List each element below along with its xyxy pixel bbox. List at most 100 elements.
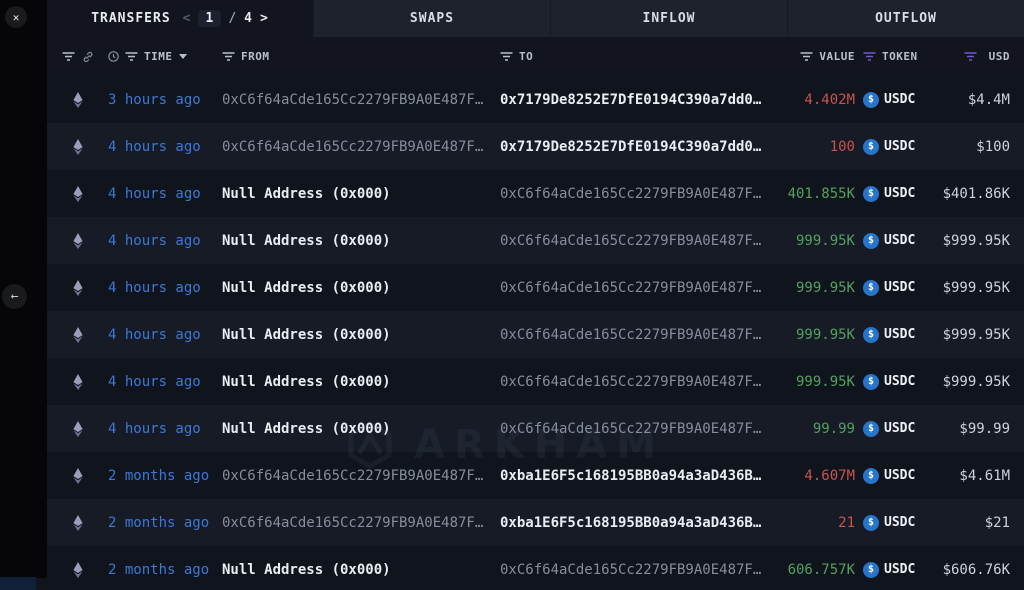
- transfer-row[interactable]: 4 hours ago Null Address (0x000) 0xC6f64…: [47, 217, 1024, 264]
- time-link[interactable]: 2 months ago: [108, 468, 209, 484]
- from-address-link[interactable]: Null Address (0x000): [222, 233, 391, 249]
- to-address-link[interactable]: 0xC6f64aCde165Cc2279FB9A0E487F…: [500, 233, 761, 249]
- close-button[interactable]: ✕: [5, 6, 27, 28]
- to-address-link[interactable]: 0x7179De8252E7DfE0194C390a7dd0…: [500, 92, 761, 108]
- time-cell[interactable]: 4 hours ago: [108, 374, 222, 390]
- time-link[interactable]: 4 hours ago: [108, 421, 201, 437]
- from-cell[interactable]: Null Address (0x000): [222, 374, 500, 390]
- page-prev-icon[interactable]: <: [183, 11, 192, 26]
- token-cell[interactable]: $ USDC: [855, 421, 930, 437]
- time-cell[interactable]: 4 hours ago: [108, 421, 222, 437]
- page-next-icon[interactable]: >: [260, 11, 269, 26]
- from-address-link[interactable]: 0xC6f64aCde165Cc2279FB9A0E487F…: [222, 468, 483, 484]
- transfer-row[interactable]: 2 months ago 0xC6f64aCde165Cc2279FB9A0E4…: [47, 499, 1024, 546]
- token-link[interactable]: $ USDC: [863, 468, 915, 484]
- to-address-link[interactable]: 0xC6f64aCde165Cc2279FB9A0E487F…: [500, 327, 761, 343]
- token-link[interactable]: $ USDC: [863, 280, 915, 296]
- token-cell[interactable]: $ USDC: [855, 233, 930, 249]
- from-cell[interactable]: 0xC6f64aCde165Cc2279FB9A0E487F…: [222, 139, 500, 155]
- token-link[interactable]: $ USDC: [863, 139, 915, 155]
- from-cell[interactable]: Null Address (0x000): [222, 421, 500, 437]
- from-cell[interactable]: Null Address (0x000): [222, 280, 500, 296]
- time-link[interactable]: 4 hours ago: [108, 233, 201, 249]
- time-link[interactable]: 4 hours ago: [108, 280, 201, 296]
- time-cell[interactable]: 2 months ago: [108, 562, 222, 578]
- token-cell[interactable]: $ USDC: [855, 562, 930, 578]
- time-cell[interactable]: 4 hours ago: [108, 186, 222, 202]
- token-link[interactable]: $ USDC: [863, 562, 915, 578]
- tab-transfers[interactable]: TRANSFERS < 1 / 4 >: [47, 0, 313, 37]
- tab-swaps[interactable]: SWAPS: [313, 0, 550, 37]
- from-address-link[interactable]: Null Address (0x000): [222, 421, 391, 437]
- back-button[interactable]: ←: [2, 284, 27, 309]
- to-cell[interactable]: 0xba1E6F5c168195BB0a94a3aD436B…: [500, 468, 780, 484]
- from-address-link[interactable]: Null Address (0x000): [222, 186, 391, 202]
- filter-icon[interactable]: [125, 52, 138, 61]
- time-link[interactable]: 2 months ago: [108, 515, 209, 531]
- from-cell[interactable]: Null Address (0x000): [222, 233, 500, 249]
- transfer-row[interactable]: 4 hours ago Null Address (0x000) 0xC6f64…: [47, 264, 1024, 311]
- to-cell[interactable]: 0x7179De8252E7DfE0194C390a7dd0…: [500, 139, 780, 155]
- token-link[interactable]: $ USDC: [863, 421, 915, 437]
- token-link[interactable]: $ USDC: [863, 92, 915, 108]
- from-address-link[interactable]: Null Address (0x000): [222, 374, 391, 390]
- to-cell[interactable]: 0xC6f64aCde165Cc2279FB9A0E487F…: [500, 327, 780, 343]
- time-link[interactable]: 2 months ago: [108, 562, 209, 578]
- header-to[interactable]: TO: [500, 50, 780, 63]
- time-cell[interactable]: 2 months ago: [108, 468, 222, 484]
- header-from[interactable]: FROM: [222, 50, 500, 63]
- from-cell[interactable]: Null Address (0x000): [222, 327, 500, 343]
- from-cell[interactable]: Null Address (0x000): [222, 186, 500, 202]
- time-cell[interactable]: 4 hours ago: [108, 139, 222, 155]
- from-cell[interactable]: 0xC6f64aCde165Cc2279FB9A0E487F…: [222, 515, 500, 531]
- token-cell[interactable]: $ USDC: [855, 280, 930, 296]
- filter-icon[interactable]: [222, 52, 235, 61]
- time-link[interactable]: 4 hours ago: [108, 139, 201, 155]
- token-link[interactable]: $ USDC: [863, 233, 915, 249]
- token-link[interactable]: $ USDC: [863, 186, 915, 202]
- header-usd[interactable]: USD: [930, 50, 1024, 63]
- from-cell[interactable]: Null Address (0x000): [222, 562, 500, 578]
- time-cell[interactable]: 3 hours ago: [108, 92, 222, 108]
- transfer-row[interactable]: 4 hours ago Null Address (0x000) 0xC6f64…: [47, 311, 1024, 358]
- transfer-row[interactable]: 2 months ago 0xC6f64aCde165Cc2279FB9A0E4…: [47, 452, 1024, 499]
- to-address-link[interactable]: 0xba1E6F5c168195BB0a94a3aD436B…: [500, 515, 761, 531]
- time-cell[interactable]: 4 hours ago: [108, 233, 222, 249]
- transfer-row[interactable]: 3 hours ago 0xC6f64aCde165Cc2279FB9A0E48…: [47, 76, 1024, 123]
- to-cell[interactable]: 0xC6f64aCde165Cc2279FB9A0E487F…: [500, 374, 780, 390]
- from-address-link[interactable]: 0xC6f64aCde165Cc2279FB9A0E487F…: [222, 139, 483, 155]
- from-cell[interactable]: 0xC6f64aCde165Cc2279FB9A0E487F…: [222, 92, 500, 108]
- to-cell[interactable]: 0xC6f64aCde165Cc2279FB9A0E487F…: [500, 421, 780, 437]
- tab-outflow[interactable]: OUTFLOW: [787, 0, 1024, 37]
- from-cell[interactable]: 0xC6f64aCde165Cc2279FB9A0E487F…: [222, 468, 500, 484]
- token-link[interactable]: $ USDC: [863, 327, 915, 343]
- header-value[interactable]: VALUE: [780, 50, 855, 63]
- transfer-row[interactable]: 4 hours ago Null Address (0x000) 0xC6f64…: [47, 170, 1024, 217]
- to-cell[interactable]: 0xC6f64aCde165Cc2279FB9A0E487F…: [500, 233, 780, 249]
- token-cell[interactable]: $ USDC: [855, 468, 930, 484]
- from-address-link[interactable]: Null Address (0x000): [222, 562, 391, 578]
- to-address-link[interactable]: 0xC6f64aCde165Cc2279FB9A0E487F…: [500, 374, 761, 390]
- to-address-link[interactable]: 0x7179De8252E7DfE0194C390a7dd0…: [500, 139, 761, 155]
- from-address-link[interactable]: Null Address (0x000): [222, 280, 391, 296]
- filter-icon[interactable]: [800, 52, 813, 61]
- to-address-link[interactable]: 0xC6f64aCde165Cc2279FB9A0E487F…: [500, 421, 761, 437]
- to-address-link[interactable]: 0xba1E6F5c168195BB0a94a3aD436B…: [500, 468, 761, 484]
- transfer-row[interactable]: 2 months ago Null Address (0x000) 0xC6f6…: [47, 546, 1024, 590]
- transfer-row[interactable]: 4 hours ago 0xC6f64aCde165Cc2279FB9A0E48…: [47, 123, 1024, 170]
- time-link[interactable]: 4 hours ago: [108, 374, 201, 390]
- filter-icon-active[interactable]: [964, 52, 977, 61]
- token-cell[interactable]: $ USDC: [855, 327, 930, 343]
- time-cell[interactable]: 4 hours ago: [108, 327, 222, 343]
- token-cell[interactable]: $ USDC: [855, 139, 930, 155]
- token-link[interactable]: $ USDC: [863, 515, 915, 531]
- time-link[interactable]: 4 hours ago: [108, 327, 201, 343]
- to-cell[interactable]: 0xba1E6F5c168195BB0a94a3aD436B…: [500, 515, 780, 531]
- to-cell[interactable]: 0xC6f64aCde165Cc2279FB9A0E487F…: [500, 186, 780, 202]
- tab-inflow[interactable]: INFLOW: [550, 0, 787, 37]
- filter-icon[interactable]: [500, 52, 513, 61]
- token-link[interactable]: $ USDC: [863, 374, 915, 390]
- from-address-link[interactable]: Null Address (0x000): [222, 327, 391, 343]
- chevron-down-icon[interactable]: [179, 54, 187, 59]
- token-cell[interactable]: $ USDC: [855, 374, 930, 390]
